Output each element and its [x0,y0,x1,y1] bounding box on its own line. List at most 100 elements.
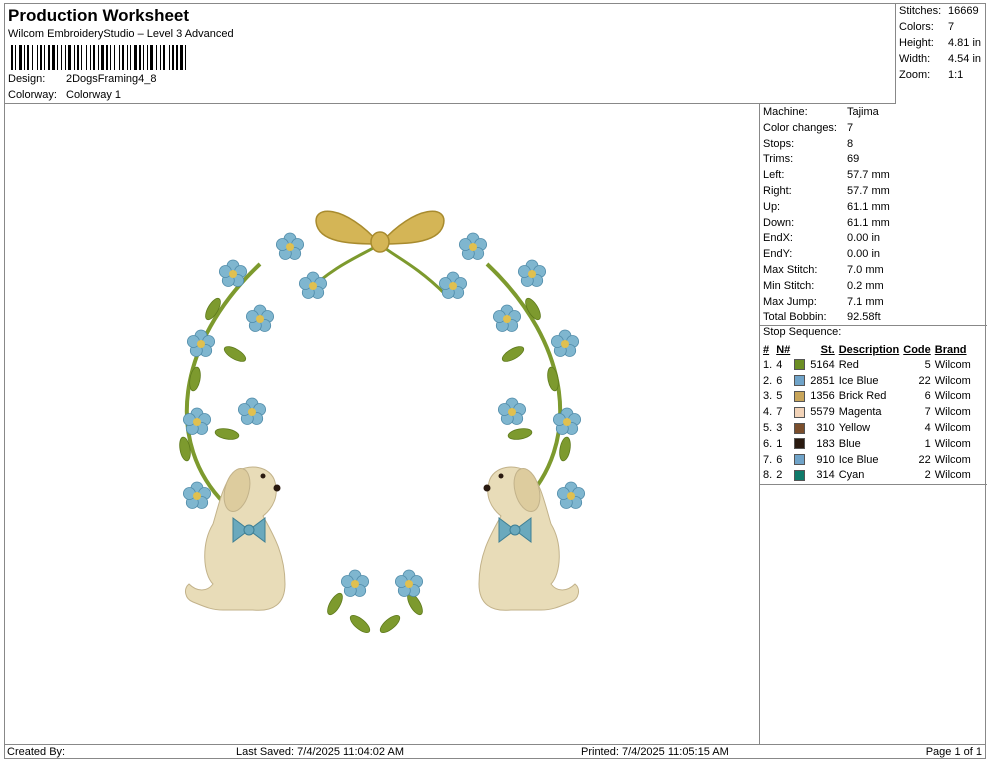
stop-cell-brand: Wilcom [934,390,971,403]
machine-info-panel: Machine: Tajima Color changes: 7 Stops: 8 Trim… [759,104,987,744]
color-swatch [794,375,806,387]
stop-cell-brand: Wilcom [934,469,971,482]
machine-info-value: 57.7 mm [847,169,890,182]
stop-cell-desc: Ice Blue [838,453,879,466]
colorway-row: Colorway: Colorway 1 [8,89,121,101]
machine-info-label: Trims: [763,153,794,166]
machine-info-label: Min Stitch: [763,279,815,292]
swatch-cell [792,404,808,420]
stop-cell-brand: Wilcom [934,453,971,466]
machine-info-row: Total Bobbin: 92.58ft [763,311,881,323]
stop-cell-num: 5. [763,422,773,435]
color-swatch [794,359,806,371]
stop-sequence-row: 4. 7 5579 Magenta 7 Wilcom [761,404,973,420]
stop-cell-brand: Wilcom [934,406,971,419]
printed-date: Printed: 7/4/2025 11:05:15 AM [581,746,729,758]
machine-info-label: Color changes: [763,121,837,134]
machine-info-row: Up: 61.1 mm [763,201,890,213]
machine-info-row: Trims: 69 [763,153,859,165]
machine-info-value: 0.2 mm [847,279,884,292]
machine-info-row: EndX: 0.00 in [763,232,880,244]
stop-cell-st: 310 [816,422,835,435]
color-swatch [794,454,806,466]
worksheet-header: Production Worksheet Wilcom EmbroiderySt… [4,3,896,104]
machine-info-label: Right: [763,185,792,197]
stop-sequence-row: 2. 6 2851 Ice Blue 22 Wilcom [761,373,973,389]
machine-info-row: Min Stitch: 0.2 mm [763,280,884,292]
stop-cell-desc: Cyan [838,469,865,482]
design-stats: Stitches: 16669 Colors: 7 Height: 4.81 in W… [895,3,986,104]
page-title: Production Worksheet [8,6,190,25]
stop-sequence-row: 8. 2 314 Cyan 2 Wilcom [761,468,973,484]
machine-info-label: Stops: [763,137,795,150]
stop-cell-brand: Wilcom [934,374,971,387]
machine-info-label: EndY: [763,248,793,261]
stop-cell-brand: Wilcom [934,358,971,371]
stop-cell-desc: Ice Blue [838,374,879,387]
swatch-cell [792,389,808,405]
color-swatch [794,391,806,403]
machine-info-row: Left: 57.7 mm [763,169,890,181]
stop-cell-desc: Red [838,358,859,371]
stop-sequence-row: 5. 3 310 Yellow 4 Wilcom [761,420,973,436]
last-saved: Last Saved: 7/4/2025 11:04:02 AM [236,746,404,758]
design-preview [5,104,759,744]
stop-cell-n: 1 [776,437,783,450]
color-swatch [794,438,806,450]
stop-sequence-row: 3. 5 1356 Brick Red 6 Wilcom [761,389,973,405]
stop-cell-num: 3. [763,390,773,403]
machine-info-label: Up: [763,200,781,213]
stop-cell-num: 1. [763,358,773,371]
stop-cell-code: 22 [918,453,931,466]
machine-info-row: Stops: 8 [763,138,853,150]
stop-cell-st: 910 [816,453,835,466]
stop-cell-num: 2. [763,374,773,387]
stop-cell-n: 3 [776,422,783,435]
page-number: Page 1 of 1 [925,746,982,758]
machine-info-row: Machine: Tajima [763,106,879,118]
swatch-cell [792,420,808,436]
stop-cell-st: 314 [816,469,835,482]
software-subtitle: Wilcom EmbroideryStudio – Level 3 Advanc… [8,28,234,40]
stop-cell-code: 22 [918,374,931,387]
created-by: Created By: [7,746,66,758]
stop-cell-brand: Wilcom [934,422,971,435]
stop-cell-n: 4 [776,358,783,371]
stop-cell-st: 183 [816,437,835,450]
machine-info-value: 0.00 in [847,248,881,261]
stat-width: Width: 4.54 in [899,53,982,65]
design-row: Design: 2DogsFraming4_8 [8,73,157,85]
swatch-cell [792,468,808,484]
stop-cell-code: 1 [924,437,931,450]
machine-info-row: Down: 61.1 mm [763,217,890,229]
machine-info-value: 0.00 in [847,232,881,245]
stop-cell-desc: Yellow [838,422,871,435]
stop-cell-num: 7. [763,453,773,466]
stat-zoom: Zoom: 1:1 [899,69,964,81]
stop-sequence-header: # N# St. Description Code Brand [763,343,967,356]
machine-info-value: 7.0 mm [847,264,884,276]
stop-cell-num: 8. [763,469,773,482]
stop-cell-n: 6 [776,374,783,387]
stat-colors: Colors: 7 [899,21,955,33]
stop-table-bottom-rule [760,484,987,485]
design-value: 2DogsFraming4_8 [66,73,157,85]
design-label: Design: [8,73,46,85]
machine-info-label: Max Stitch: [763,264,818,276]
stop-cell-num: 6. [763,437,773,450]
stop-sequence-row: 1. 4 5164 Red 5 Wilcom [761,357,973,373]
embroidery-design-illustration [177,210,586,636]
stop-cell-st: 5579 [810,406,835,419]
machine-info-value: 8 [847,137,854,150]
machine-info-row: Right: 57.7 mm [763,185,890,197]
machine-info-label: Total Bobbin: [763,311,827,324]
stop-sequence-table: # N# St. Description Code Brand 1. 4 5164 R… [761,342,973,483]
machine-info-label: EndX: [763,232,793,245]
stop-cell-code: 6 [924,390,931,403]
color-swatch [794,406,806,418]
stop-cell-desc: Brick Red [838,390,887,403]
machine-info-value: Tajima [847,106,879,118]
machine-info-value: 92.58ft [847,311,881,324]
stop-cell-code: 2 [924,469,931,482]
machine-info-label: Down: [763,216,795,229]
